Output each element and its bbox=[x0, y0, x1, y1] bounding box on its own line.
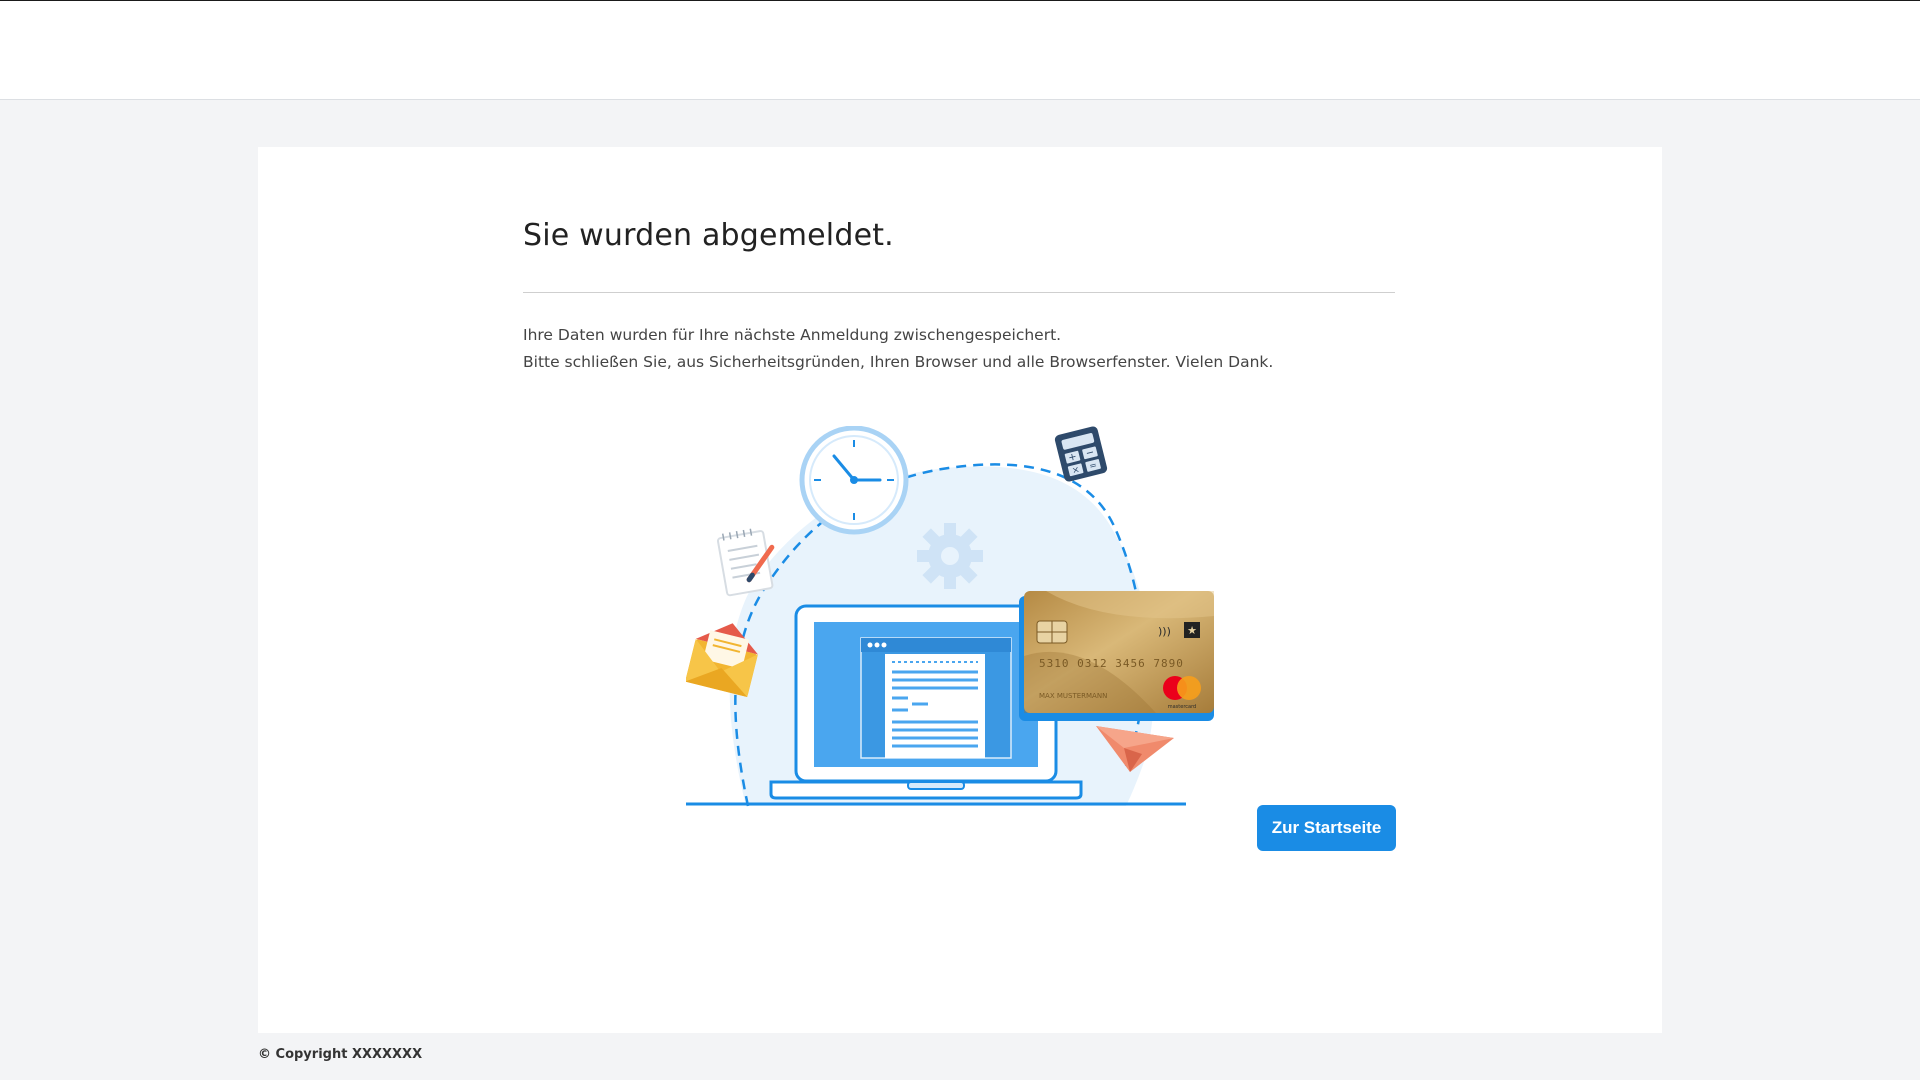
top-header-bar bbox=[0, 0, 1920, 100]
home-button[interactable]: Zur Startseite bbox=[1257, 805, 1396, 851]
page-title: Sie wurden abgemeldet. bbox=[523, 218, 894, 253]
info-text-line-1: Ihre Daten wurden für Ihre nächste Anmel… bbox=[523, 326, 1062, 344]
card-brand: mastercard bbox=[1168, 704, 1196, 710]
card-number: 5310 0312 3456 7890 bbox=[1039, 657, 1184, 670]
copyright-text: © Copyright XXXXXXX bbox=[258, 1047, 423, 1062]
notepad-icon bbox=[716, 528, 775, 597]
logout-illustration: + − × =))) ★ 5310 0312 3456 7890 MAX MU… bbox=[686, 426, 1214, 807]
card-holder: MAX MUSTERMANN bbox=[1039, 692, 1107, 700]
title-divider bbox=[523, 292, 1395, 293]
credit-card-icon: ))) ★ 5310 0312 3456 7890 MAX MUSTERMANN… bbox=[1019, 591, 1214, 721]
logout-card: Sie wurden abgemeldet. Ihre Daten wurden… bbox=[258, 147, 1662, 1033]
svg-text:))): ))) bbox=[1158, 625, 1171, 638]
gear-icon bbox=[917, 523, 983, 589]
clock-icon bbox=[799, 426, 909, 535]
svg-text:★: ★ bbox=[1187, 624, 1197, 637]
calculator-icon: + − × = bbox=[1054, 426, 1108, 482]
info-text-line-2: Bitte schließen Sie, aus Sicherheitsgrün… bbox=[523, 353, 1274, 371]
